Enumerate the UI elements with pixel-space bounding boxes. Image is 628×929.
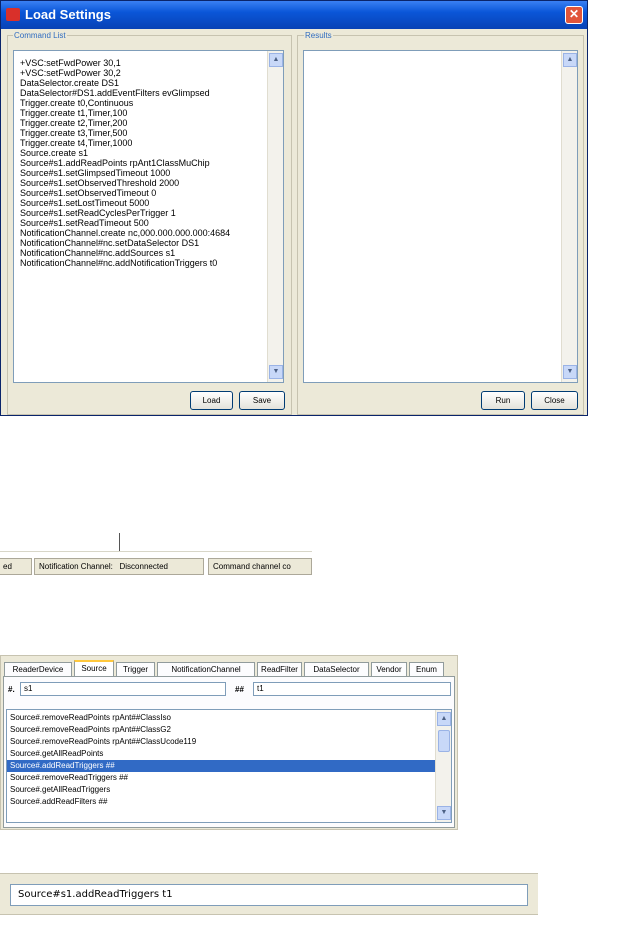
scroll-down-button[interactable]: ▼ bbox=[269, 365, 283, 379]
command-line[interactable]: Trigger.create t3,Timer,500 bbox=[20, 128, 230, 138]
list-item[interactable]: Source#.removeReadPoints rpAnt##ClassG2 bbox=[7, 724, 437, 736]
command-list-scrollbar[interactable]: ▲ ▼ bbox=[267, 51, 283, 382]
scroll-down-button[interactable]: ▼ bbox=[563, 365, 577, 379]
command-line[interactable]: NotificationChannel#nc.setDataSelector D… bbox=[20, 238, 230, 248]
results-label: Results bbox=[304, 31, 333, 40]
command-line[interactable]: Source#s1.setReadCyclesPerTrigger 1 bbox=[20, 208, 230, 218]
scroll-up-button[interactable]: ▲ bbox=[563, 53, 577, 67]
list-item[interactable]: Source#.addReadFilters ## bbox=[7, 796, 437, 808]
status-segment-left: ed bbox=[0, 558, 32, 575]
command-line[interactable]: +VSC:setFwdPower 30,2 bbox=[20, 68, 230, 78]
tab-dataselector[interactable]: DataSelector bbox=[304, 662, 369, 677]
list-item[interactable]: Source#.addReadTriggers ## bbox=[7, 760, 437, 772]
command-line[interactable]: Source#s1.setGlimpsedTimeout 1000 bbox=[20, 168, 230, 178]
save-button[interactable]: Save bbox=[239, 391, 285, 410]
template-list-scrollbar[interactable]: ▲ ▼ bbox=[435, 710, 451, 822]
notification-channel-value: Disconnected bbox=[119, 562, 168, 571]
command-line[interactable]: +VSC:setFwdPower 30,1 bbox=[20, 58, 230, 68]
title-bar[interactable]: Load Settings ✕ bbox=[1, 1, 587, 29]
tab-content: #. s1 ## t1 Source#.removeReadPoints rpA… bbox=[3, 676, 455, 828]
chevron-down-icon: ▼ bbox=[566, 368, 574, 375]
tab-enum[interactable]: Enum bbox=[409, 662, 444, 677]
scroll-down-button[interactable]: ▼ bbox=[437, 806, 451, 820]
results-box[interactable]: ▲ ▼ bbox=[303, 50, 578, 383]
chevron-up-icon: ▲ bbox=[566, 56, 574, 63]
list-item[interactable]: Source#.removeReadPoints rpAnt##ClassUco… bbox=[7, 736, 437, 748]
command-input-area: Source#s1.addReadTriggers t1 bbox=[0, 873, 538, 915]
run-button[interactable]: Run bbox=[481, 391, 525, 410]
source-id-field[interactable]: s1 bbox=[20, 682, 226, 696]
command-line[interactable]: Trigger.create t1,Timer,100 bbox=[20, 108, 230, 118]
chevron-up-icon: ▲ bbox=[440, 715, 448, 722]
close-icon: ✕ bbox=[568, 7, 580, 21]
scroll-up-button[interactable]: ▲ bbox=[437, 712, 451, 726]
command-line[interactable]: NotificationChannel#nc.addSources s1 bbox=[20, 248, 230, 258]
command-template-rows: Source#.removeReadPoints rpAnt##ClassIso… bbox=[7, 712, 437, 808]
tab-strip: ReaderDevice Source Trigger NotificationCha… bbox=[4, 660, 456, 677]
load-settings-window: Load Settings ✕ Command List +VSC:setFwd… bbox=[0, 0, 588, 416]
chevron-up-icon: ▲ bbox=[272, 56, 280, 63]
chevron-down-icon: ▼ bbox=[440, 809, 448, 816]
command-line[interactable]: DataSelector.create DS1 bbox=[20, 78, 230, 88]
tab-readerdevice[interactable]: ReaderDevice bbox=[4, 662, 72, 677]
command-template-list[interactable]: Source#.removeReadPoints rpAnt##ClassIso… bbox=[6, 709, 452, 823]
command-line[interactable]: Trigger.create t2,Timer,200 bbox=[20, 118, 230, 128]
param-label: ## bbox=[235, 685, 244, 694]
tab-vendor[interactable]: Vendor bbox=[371, 662, 407, 677]
results-scrollbar[interactable]: ▲ ▼ bbox=[561, 51, 577, 382]
notification-channel-status: Notification Channel: Disconnected bbox=[34, 558, 204, 575]
command-input[interactable]: Source#s1.addReadTriggers t1 bbox=[10, 884, 528, 906]
status-top-edge bbox=[0, 551, 312, 552]
list-item[interactable]: Source#.removeReadTriggers ## bbox=[7, 772, 437, 784]
command-line[interactable]: NotificationChannel#nc.addNotificationTr… bbox=[20, 258, 230, 268]
param-field[interactable]: t1 bbox=[253, 682, 451, 696]
command-line[interactable]: NotificationChannel.create nc,000.000.00… bbox=[20, 228, 230, 238]
command-line[interactable]: Source#s1.setReadTimeout 500 bbox=[20, 218, 230, 228]
divider-line bbox=[119, 533, 120, 551]
notification-channel-label: Notification Channel: bbox=[39, 562, 113, 571]
command-channel-status: Command channel co bbox=[208, 558, 312, 575]
status-bar: ed Notification Channel: Disconnected Co… bbox=[0, 556, 312, 576]
command-line[interactable]: Source#s1.setLostTimeout 5000 bbox=[20, 198, 230, 208]
command-line[interactable]: Source#s1.setObservedThreshold 2000 bbox=[20, 178, 230, 188]
window-title: Load Settings bbox=[25, 7, 111, 22]
command-line[interactable]: Source#s1.addReadPoints rpAnt1ClassMuChi… bbox=[20, 158, 230, 168]
command-line[interactable]: Trigger.create t0,Continuous bbox=[20, 98, 230, 108]
command-list-box[interactable]: +VSC:setFwdPower 30,1 +VSC:setFwdPower 30… bbox=[13, 50, 284, 383]
load-button[interactable]: Load bbox=[190, 391, 233, 410]
close-window-button[interactable]: ✕ bbox=[565, 6, 583, 24]
command-line[interactable]: Source#s1.setObservedTimeout 0 bbox=[20, 188, 230, 198]
list-item[interactable]: Source#.removeReadPoints rpAnt##ClassIso bbox=[7, 712, 437, 724]
command-line[interactable]: Source.create s1 bbox=[20, 148, 230, 158]
command-lines: +VSC:setFwdPower 30,1 +VSC:setFwdPower 30… bbox=[20, 58, 230, 268]
tab-source[interactable]: Source bbox=[74, 660, 114, 677]
scroll-up-button[interactable]: ▲ bbox=[269, 53, 283, 67]
command-line[interactable]: DataSelector#DS1.addEventFilters evGlimp… bbox=[20, 88, 230, 98]
scroll-thumb[interactable] bbox=[438, 730, 450, 752]
source-id-label: #. bbox=[8, 685, 15, 694]
tab-notificationchannel[interactable]: NotificationChannel bbox=[157, 662, 255, 677]
chevron-down-icon: ▼ bbox=[272, 368, 280, 375]
app-icon bbox=[6, 8, 20, 21]
tab-trigger[interactable]: Trigger bbox=[116, 662, 155, 677]
tab-readfilter[interactable]: ReadFilter bbox=[257, 662, 302, 677]
command-list-label: Command List bbox=[13, 31, 67, 40]
command-line[interactable]: Trigger.create t4,Timer,1000 bbox=[20, 138, 230, 148]
close-button[interactable]: Close bbox=[531, 391, 578, 410]
list-item[interactable]: Source#.getAllReadTriggers bbox=[7, 784, 437, 796]
command-builder-panel: ReaderDevice Source Trigger NotificationCha… bbox=[0, 655, 458, 830]
list-item[interactable]: Source#.getAllReadPoints bbox=[7, 748, 437, 760]
